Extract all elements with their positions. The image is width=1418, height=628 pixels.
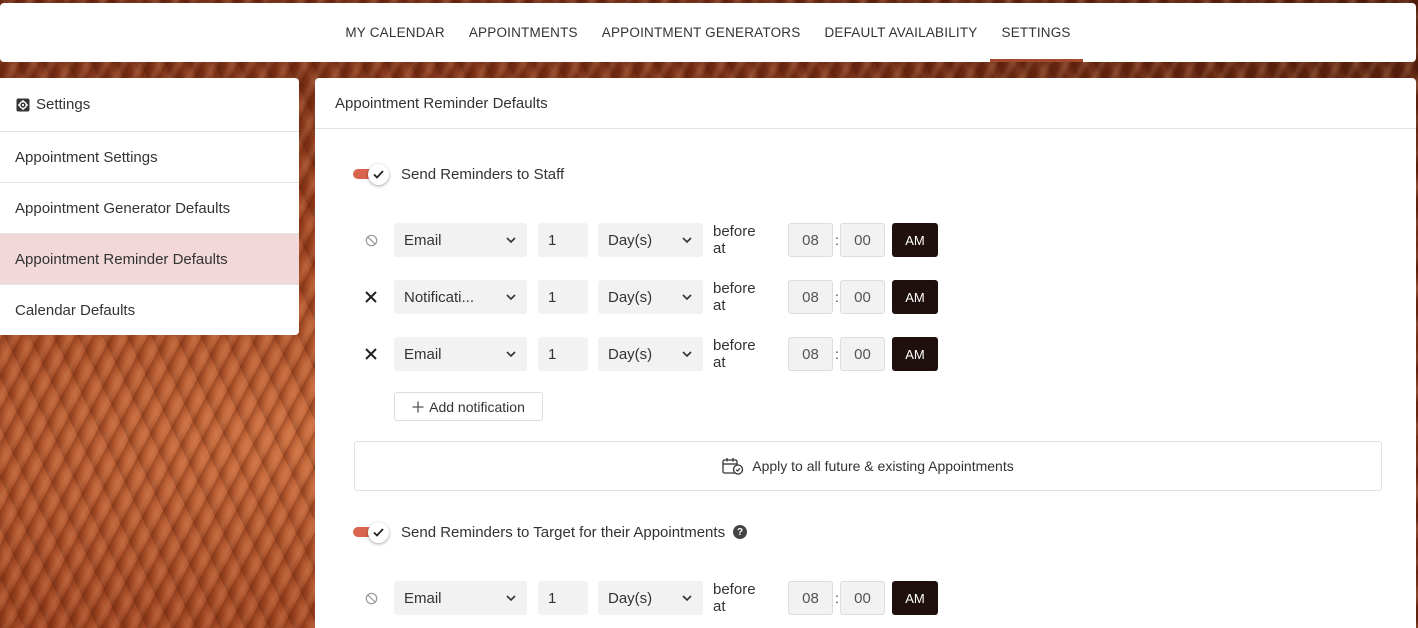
- nav-settings[interactable]: SETTINGS: [989, 3, 1083, 62]
- check-icon: [368, 522, 389, 543]
- hour-input[interactable]: 08: [788, 581, 833, 615]
- reminder-unit-value: Day(s): [608, 231, 653, 249]
- reminder-type-value: Email: [404, 231, 442, 249]
- reminder-unit-value: Day(s): [608, 589, 653, 607]
- reminder-defaults-panel: Appointment Reminder Defaults Send Remin…: [315, 78, 1416, 628]
- reminder-unit-select[interactable]: Day(s): [598, 280, 703, 314]
- sidebar-item-appointment-settings[interactable]: Appointment Settings: [0, 132, 299, 183]
- nav-appointment-generators[interactable]: APPOINTMENT GENERATORS: [590, 3, 813, 62]
- reminder-type-select[interactable]: Email: [394, 581, 527, 615]
- nav-default-availability[interactable]: DEFAULT AVAILABILITY: [812, 3, 989, 62]
- reminder-unit-select[interactable]: Day(s): [598, 337, 703, 371]
- staff-reminders-toggle[interactable]: [353, 164, 389, 185]
- reminder-unit-value: Day(s): [608, 345, 653, 363]
- ampm-toggle-button[interactable]: AM: [892, 581, 938, 615]
- chevron-down-icon: [506, 595, 516, 602]
- sidebar-item-calendar-defaults[interactable]: Calendar Defaults: [0, 285, 299, 336]
- reminder-unit-value: Day(s): [608, 288, 653, 306]
- nav-my-calendar[interactable]: MY CALENDAR: [333, 3, 456, 62]
- reminder-unit-select[interactable]: Day(s): [598, 581, 703, 615]
- disabled-icon: [359, 223, 383, 257]
- ampm-toggle-button[interactable]: AM: [892, 223, 938, 257]
- reminder-type-select[interactable]: Notificati...: [394, 280, 527, 314]
- reminder-unit-select[interactable]: Day(s): [598, 223, 703, 257]
- reminder-amount-input[interactable]: 1: [538, 223, 588, 257]
- staff-reminders-row: Send Reminders to Staff: [353, 164, 565, 185]
- minute-input[interactable]: 00: [840, 337, 885, 371]
- ampm-toggle-button[interactable]: AM: [892, 337, 938, 371]
- reminder-type-select[interactable]: Email: [394, 223, 527, 257]
- reminder-amount-input[interactable]: 1: [538, 280, 588, 314]
- calendar-apply-icon: [722, 457, 744, 475]
- sidebar-item-appointment-generator-defaults[interactable]: Appointment Generator Defaults: [0, 183, 299, 234]
- help-icon[interactable]: ?: [733, 525, 748, 539]
- before-at-label: before at: [713, 337, 756, 371]
- target-reminders-toggle[interactable]: [353, 522, 389, 543]
- minute-input[interactable]: 00: [840, 223, 885, 257]
- chevron-down-icon: [682, 351, 692, 358]
- before-at-label: before at: [713, 280, 756, 314]
- target-reminders-label: Send Reminders to Target for their Appoi…: [401, 523, 726, 541]
- minute-input[interactable]: 00: [840, 581, 885, 615]
- sidebar-title: Settings: [36, 96, 91, 113]
- reminder-type-select[interactable]: Email: [394, 337, 527, 371]
- reminder-amount-input[interactable]: 1: [538, 337, 588, 371]
- gear-icon: [16, 98, 30, 112]
- check-icon: [368, 164, 389, 185]
- reminder-type-value: Email: [404, 589, 442, 607]
- before-at-label: before at: [713, 223, 756, 257]
- reminder-amount-input[interactable]: 1: [538, 581, 588, 615]
- close-icon[interactable]: [359, 337, 383, 371]
- apply-to-all-button[interactable]: Apply to all future & existing Appointme…: [354, 441, 1382, 491]
- ampm-toggle-button[interactable]: AM: [892, 280, 938, 314]
- minute-input[interactable]: 00: [840, 280, 885, 314]
- chevron-down-icon: [682, 294, 692, 301]
- page-title: Appointment Reminder Defaults: [315, 78, 1416, 129]
- hour-input[interactable]: 08: [788, 337, 833, 371]
- reminder-type-value: Email: [404, 345, 442, 363]
- nav-appointments[interactable]: APPOINTMENTS: [457, 3, 590, 62]
- chevron-down-icon: [506, 294, 516, 301]
- staff-reminders-label: Send Reminders to Staff: [401, 165, 565, 183]
- add-notification-button[interactable]: Add notification: [394, 392, 543, 421]
- chevron-down-icon: [682, 595, 692, 602]
- target-reminders-row: Send Reminders to Target for their Appoi…: [353, 522, 748, 543]
- close-icon[interactable]: [359, 280, 383, 314]
- sidebar-header: Settings: [0, 78, 299, 132]
- chevron-down-icon: [682, 237, 692, 244]
- top-nav: MY CALENDAR APPOINTMENTS APPOINTMENT GEN…: [0, 3, 1416, 62]
- disabled-icon: [359, 581, 383, 615]
- chevron-down-icon: [506, 351, 516, 358]
- reminder-type-value: Notificati...: [404, 288, 475, 306]
- hour-input[interactable]: 08: [788, 280, 833, 314]
- apply-to-all-label: Apply to all future & existing Appointme…: [752, 458, 1014, 474]
- before-at-label: before at: [713, 581, 756, 615]
- add-notification-label: Add notification: [429, 398, 525, 415]
- hour-input[interactable]: 08: [788, 223, 833, 257]
- chevron-down-icon: [506, 237, 516, 244]
- settings-sidebar: Settings Appointment Settings Appointmen…: [0, 78, 299, 335]
- sidebar-item-appointment-reminder-defaults[interactable]: Appointment Reminder Defaults: [0, 234, 299, 285]
- plus-icon: [412, 401, 424, 413]
